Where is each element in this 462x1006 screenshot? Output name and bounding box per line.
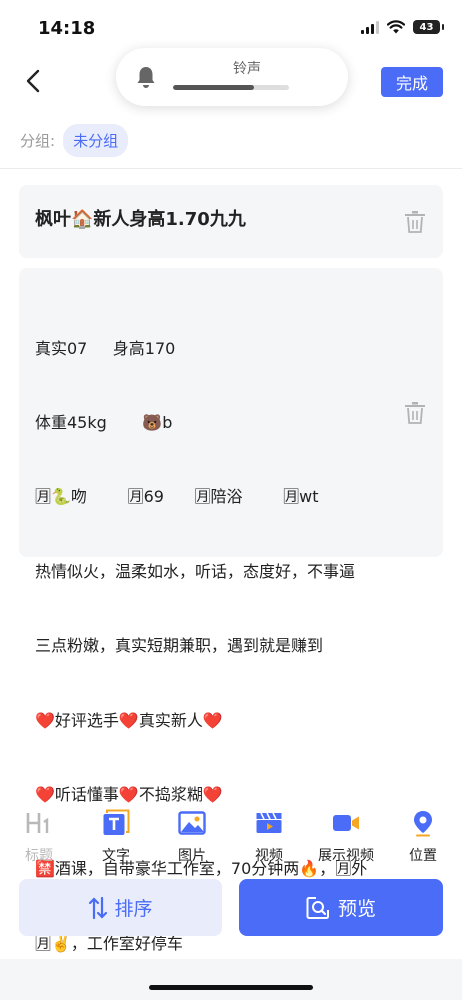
battery-level: 43	[419, 21, 434, 33]
ringtone-volume-hud: 铃声	[116, 48, 348, 106]
sort-button[interactable]: 排序	[19, 879, 222, 936]
text-line: 体重45kg 🐻b	[35, 412, 173, 432]
wifi-icon	[387, 20, 405, 34]
sort-arrows-icon	[89, 896, 108, 919]
text-line: 真实07 身高170	[35, 338, 176, 358]
text-line: 🈷🐍吻 🈷69 🈷陪浴 🈷wt	[35, 487, 319, 507]
chevron-left-icon	[26, 69, 40, 93]
title-block[interactable]: 枫叶🏠新人身高1.70九九	[19, 185, 443, 258]
back-button[interactable]	[18, 66, 48, 96]
text-line: 三点粉嫩，真实短期兼职，遇到就是赚到	[35, 636, 324, 656]
text-icon	[103, 809, 130, 835]
trash-icon[interactable]	[404, 210, 426, 234]
bottom-safe-area	[0, 959, 462, 1000]
heading-icon	[26, 813, 49, 833]
tool-text[interactable]: 文字	[86, 808, 146, 865]
sort-label: 排序	[114, 898, 153, 920]
cellular-signal-icon	[361, 20, 379, 34]
group-label: 分组:	[20, 132, 56, 150]
status-icons: 43	[361, 20, 444, 34]
text-line: 热情似火，温柔如水，听话，态度好，不事逼	[35, 561, 356, 581]
location-pin-icon	[414, 811, 432, 837]
ringtone-label: 铃声	[233, 61, 261, 77]
tool-showcase-video[interactable]: 展示视频	[316, 808, 376, 865]
insert-toolbar: 标题 文字 图片 视频 展示视频 位置	[0, 808, 462, 864]
group-row: 分组: 未分组	[20, 124, 129, 157]
tool-location[interactable]: 位置	[393, 808, 453, 865]
home-indicator[interactable]	[149, 985, 313, 990]
tool-label: 位置	[409, 848, 437, 864]
trash-icon[interactable]	[404, 401, 426, 425]
tool-label: 标题	[25, 848, 53, 864]
tool-heading[interactable]: 标题	[9, 808, 69, 865]
tool-image[interactable]: 图片	[162, 808, 222, 865]
title-text[interactable]: 枫叶🏠新人身高1.70九九	[35, 205, 246, 231]
video-camera-icon	[333, 815, 359, 831]
text-line: ❤️听话懂事❤️不捣浆糊❤️	[35, 784, 223, 804]
text-block[interactable]: 真实07 身高170 体重45kg 🐻b 🈷🐍吻 🈷69 🈷陪浴 🈷wt 热情似…	[19, 268, 443, 953]
battery-icon: 43	[413, 20, 444, 34]
tool-video[interactable]: 视频	[239, 808, 299, 865]
video-clapper-icon	[256, 812, 282, 833]
divider	[0, 168, 462, 169]
done-button[interactable]: 完成	[381, 67, 443, 97]
tool-label: 展示视频	[318, 848, 374, 864]
preview-label: 预览	[337, 898, 376, 920]
volume-track[interactable]	[173, 85, 289, 90]
text-line: ❤️好评选手❤️真实新人❤️	[35, 710, 223, 730]
preview-button[interactable]: 预览	[239, 879, 443, 936]
tool-label: 视频	[255, 848, 283, 864]
tool-label: 文字	[102, 848, 130, 864]
volume-fill	[173, 85, 255, 90]
preview-search-icon	[306, 896, 329, 919]
status-time: 14:18	[38, 18, 96, 39]
image-icon	[178, 811, 206, 835]
group-chip[interactable]: 未分组	[63, 124, 129, 157]
tool-label: 图片	[178, 848, 206, 864]
